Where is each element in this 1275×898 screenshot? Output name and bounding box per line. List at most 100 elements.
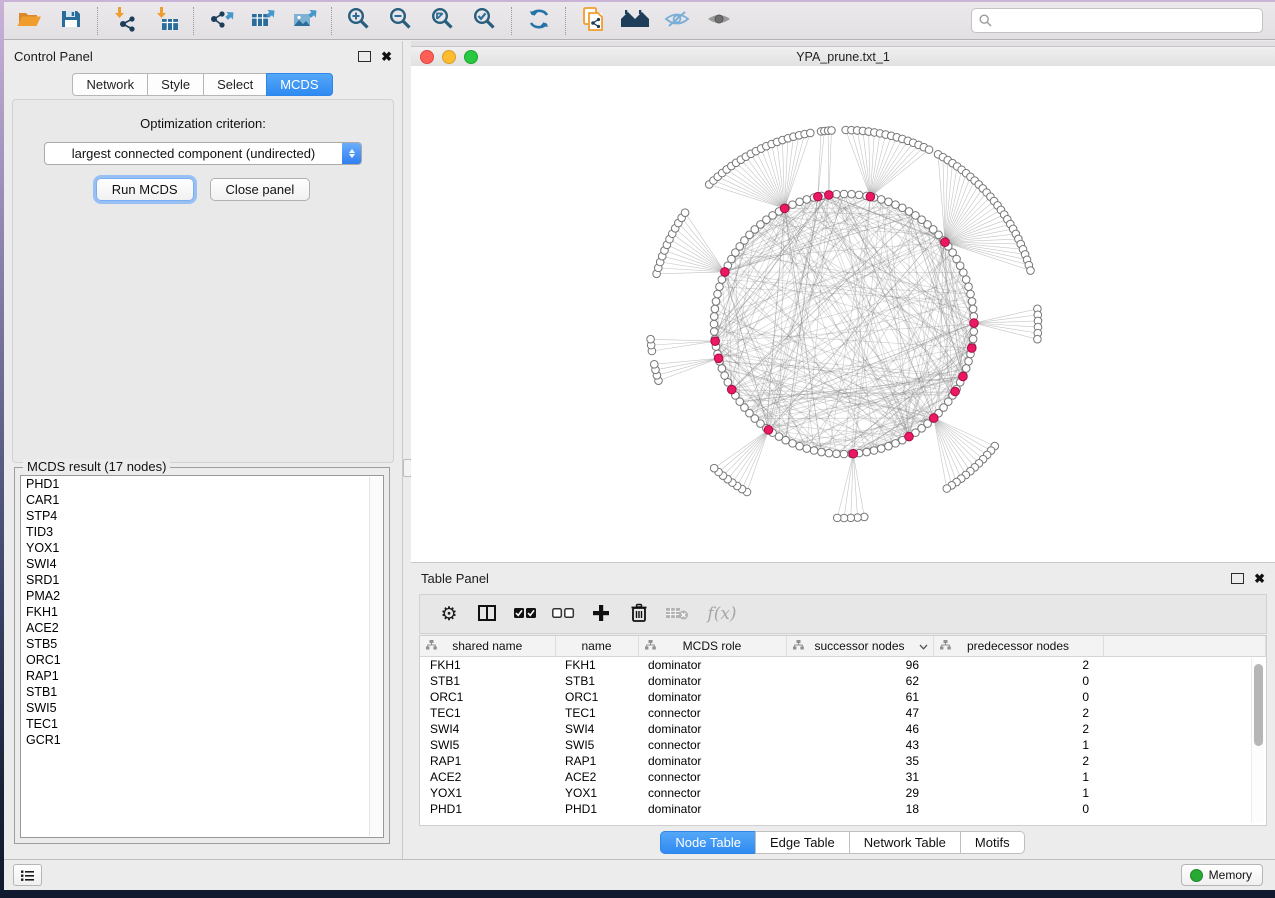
search-field[interactable]: [998, 13, 1255, 29]
cell-successor_nodes[interactable]: 96: [786, 657, 933, 674]
result-scrollbar[interactable]: [369, 477, 382, 836]
cell-mcds_role[interactable]: connector: [638, 769, 786, 785]
result-node-item[interactable]: TID3: [21, 524, 383, 540]
network-window-titlebar[interactable]: YPA_prune.txt_1: [411, 46, 1275, 67]
zoom-in-button[interactable]: [338, 5, 380, 37]
result-node-item[interactable]: ACE2: [21, 620, 383, 636]
cell-name[interactable]: PHD1: [555, 801, 638, 817]
cell-successor_nodes[interactable]: 31: [786, 769, 933, 785]
result-node-item[interactable]: GCR1: [21, 732, 383, 748]
tab-style[interactable]: Style: [147, 73, 204, 96]
cell-shared_name[interactable]: ACE2: [420, 769, 555, 785]
cell-mcds_role[interactable]: connector: [638, 705, 786, 721]
result-node-item[interactable]: RAP1: [21, 668, 383, 684]
column-header-successor-nodes[interactable]: successor nodes: [786, 636, 933, 657]
cell-mcds_role[interactable]: connector: [638, 737, 786, 753]
cell-predecessor_nodes[interactable]: 0: [933, 801, 1103, 817]
table-scrollbar[interactable]: [1251, 658, 1264, 822]
column-header-name[interactable]: name: [555, 636, 638, 657]
cell-predecessor_nodes[interactable]: 1: [933, 769, 1103, 785]
table-row[interactable]: STB1STB1dominator620: [420, 673, 1266, 689]
zoom-out-button[interactable]: [380, 5, 422, 37]
table-row[interactable]: PHD1PHD1dominator180: [420, 801, 1266, 817]
cell-shared_name[interactable]: STB1: [420, 673, 555, 689]
export-network-button[interactable]: [200, 5, 242, 37]
close-table-panel-icon[interactable]: ✖: [1254, 572, 1265, 585]
split-columns-button[interactable]: [468, 599, 506, 629]
show-eye-button[interactable]: [698, 5, 740, 37]
cell-shared_name[interactable]: RAP1: [420, 753, 555, 769]
cell-successor_nodes[interactable]: 35: [786, 753, 933, 769]
result-node-item[interactable]: SWI5: [21, 700, 383, 716]
table-row[interactable]: SWI4SWI4dominator462: [420, 721, 1266, 737]
cell-successor_nodes[interactable]: 47: [786, 705, 933, 721]
result-node-item[interactable]: STP4: [21, 508, 383, 524]
cell-name[interactable]: YOX1: [555, 785, 638, 801]
result-node-item[interactable]: SRD1: [21, 572, 383, 588]
cell-predecessor_nodes[interactable]: 2: [933, 721, 1103, 737]
float-table-panel-icon[interactable]: [1231, 573, 1244, 584]
result-node-item[interactable]: PMA2: [21, 588, 383, 604]
neighbors-button[interactable]: [614, 5, 656, 37]
tab-network-table[interactable]: Network Table: [849, 831, 961, 854]
cell-successor_nodes[interactable]: 18: [786, 801, 933, 817]
table-row[interactable]: RAP1RAP1dominator352: [420, 753, 1266, 769]
trash-button[interactable]: [620, 599, 658, 629]
memory-button[interactable]: Memory: [1181, 864, 1263, 886]
import-table-button[interactable]: [146, 5, 188, 37]
result-node-item[interactable]: CAR1: [21, 492, 383, 508]
cell-name[interactable]: SWI5: [555, 737, 638, 753]
float-panel-icon[interactable]: [358, 51, 371, 62]
result-node-item[interactable]: FKH1: [21, 604, 383, 620]
cell-successor_nodes[interactable]: 62: [786, 673, 933, 689]
cell-predecessor_nodes[interactable]: 2: [933, 753, 1103, 769]
node-table[interactable]: shared namenameMCDS rolesuccessor nodesp…: [420, 636, 1266, 817]
cell-predecessor_nodes[interactable]: 1: [933, 737, 1103, 753]
tab-edge-table[interactable]: Edge Table: [755, 831, 850, 854]
cell-predecessor_nodes[interactable]: 1: [933, 785, 1103, 801]
criterion-select[interactable]: largest connected component (undirected): [44, 142, 362, 165]
cell-successor_nodes[interactable]: 43: [786, 737, 933, 753]
table-row[interactable]: ACE2ACE2connector311: [420, 769, 1266, 785]
cell-name[interactable]: ORC1: [555, 689, 638, 705]
zoom-fit-button[interactable]: [422, 5, 464, 37]
result-node-item[interactable]: PHD1: [21, 476, 383, 492]
cell-shared_name[interactable]: PHD1: [420, 801, 555, 817]
result-node-item[interactable]: ORC1: [21, 652, 383, 668]
cell-predecessor_nodes[interactable]: 2: [933, 657, 1103, 674]
result-node-item[interactable]: TEC1: [21, 716, 383, 732]
cell-mcds_role[interactable]: dominator: [638, 657, 786, 674]
export-table-button[interactable]: [242, 5, 284, 37]
cell-name[interactable]: FKH1: [555, 657, 638, 674]
cell-shared_name[interactable]: TEC1: [420, 705, 555, 721]
close-panel-icon[interactable]: ✖: [381, 50, 392, 63]
cell-name[interactable]: RAP1: [555, 753, 638, 769]
cell-shared_name[interactable]: YOX1: [420, 785, 555, 801]
cell-predecessor_nodes[interactable]: 0: [933, 689, 1103, 705]
table-row[interactable]: YOX1YOX1connector291: [420, 785, 1266, 801]
cell-mcds_role[interactable]: dominator: [638, 721, 786, 737]
run-mcds-button[interactable]: Run MCDS: [96, 178, 194, 201]
cell-successor_nodes[interactable]: 29: [786, 785, 933, 801]
import-network-button[interactable]: [104, 5, 146, 37]
cell-shared_name[interactable]: SWI5: [420, 737, 555, 753]
table-row[interactable]: SWI5SWI5connector431: [420, 737, 1266, 753]
table-row[interactable]: ORC1ORC1dominator610: [420, 689, 1266, 705]
task-history-button[interactable]: [13, 864, 42, 886]
cell-successor_nodes[interactable]: 61: [786, 689, 933, 705]
hide-eye-button[interactable]: [656, 5, 698, 37]
select-all-button[interactable]: [506, 599, 544, 629]
cell-mcds_role[interactable]: dominator: [638, 673, 786, 689]
cell-name[interactable]: SWI4: [555, 721, 638, 737]
cell-name[interactable]: ACE2: [555, 769, 638, 785]
cell-successor_nodes[interactable]: 46: [786, 721, 933, 737]
table-row[interactable]: TEC1TEC1connector472: [420, 705, 1266, 721]
tab-node-table[interactable]: Node Table: [660, 831, 756, 854]
cell-predecessor_nodes[interactable]: 2: [933, 705, 1103, 721]
cell-predecessor_nodes[interactable]: 0: [933, 673, 1103, 689]
cell-shared_name[interactable]: ORC1: [420, 689, 555, 705]
result-node-item[interactable]: STB5: [21, 636, 383, 652]
cell-shared_name[interactable]: SWI4: [420, 721, 555, 737]
cell-mcds_role[interactable]: dominator: [638, 801, 786, 817]
cell-name[interactable]: STB1: [555, 673, 638, 689]
